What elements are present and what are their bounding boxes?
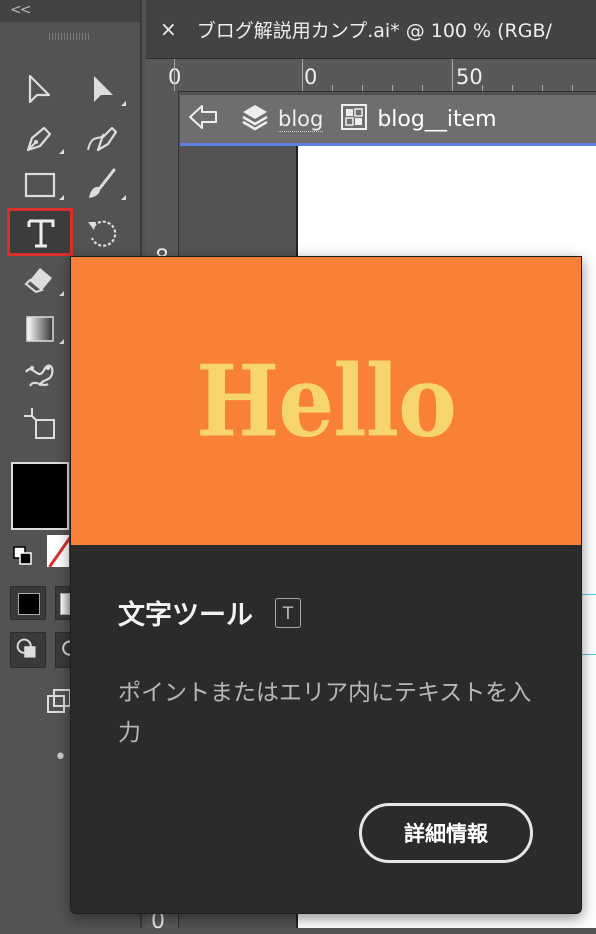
- flyout-corner: [59, 195, 64, 200]
- flyout-corner: [121, 195, 126, 200]
- ruler-tick: [302, 59, 303, 91]
- flyout-corner: [59, 149, 64, 154]
- horizontal-ruler[interactable]: 0 0 50: [146, 59, 596, 92]
- ruler-tick: [482, 85, 483, 91]
- artboard-icon: [24, 408, 55, 439]
- pen-icon: [26, 126, 52, 152]
- layers-icon: [218, 102, 270, 136]
- ruler-tick: [422, 85, 423, 91]
- type-tool[interactable]: [7, 208, 73, 256]
- ruler-tick: [512, 85, 513, 91]
- eraser-icon: [24, 268, 52, 294]
- type-T-icon: [27, 219, 55, 248]
- close-tab-button[interactable]: ×: [160, 17, 177, 41]
- guide-line: [582, 594, 596, 595]
- ruler-tick: [392, 85, 393, 91]
- flyout-corner: [121, 101, 126, 106]
- preview-hello-text: Hello: [196, 342, 457, 460]
- ruler-tick: [542, 85, 543, 91]
- group-icon: [323, 104, 368, 134]
- stroke-none-swatch[interactable]: [47, 535, 69, 567]
- flyout-corner: [59, 291, 64, 296]
- eraser-tool[interactable]: [12, 258, 68, 302]
- pen-tool[interactable]: [12, 116, 68, 160]
- back-arrow-icon: [189, 105, 217, 129]
- breadcrumb-group[interactable]: blog__item: [377, 107, 496, 132]
- rich-tooltip: Hello 文字ツール T ポイントまたはエリア内にテキストを入力 詳細情報: [70, 256, 582, 914]
- ruler-tick: [452, 59, 453, 91]
- rectangle-tool[interactable]: [12, 162, 68, 206]
- screen-mode-icon[interactable]: [46, 686, 72, 716]
- ruler-tick: [174, 59, 175, 91]
- draw-normal-button[interactable]: [10, 632, 46, 668]
- ruler-tick: [332, 85, 333, 91]
- panel-grip[interactable]: [49, 33, 89, 40]
- rectangle-icon: [24, 172, 56, 198]
- tooltip-description: ポイントまたはエリア内にテキストを入力: [118, 680, 532, 746]
- tooltip-header: 文字ツール T: [118, 593, 301, 632]
- ruler-tick: [572, 85, 573, 91]
- shortcut-key-badge: T: [275, 597, 301, 628]
- ruler-label: 50: [456, 65, 483, 89]
- paintbrush-tool[interactable]: [74, 162, 130, 206]
- puppet-warp-tool[interactable]: [12, 354, 68, 398]
- document-tab[interactable]: × ブログ解説用カンプ.ai* @ 100 % (RGB/: [146, 0, 596, 59]
- exit-isolation-button[interactable]: [180, 103, 218, 135]
- fill-color-swatch[interactable]: [11, 462, 69, 530]
- ruler-tick: [362, 85, 363, 91]
- direct-selection-tool[interactable]: [74, 68, 130, 112]
- color-mode-button[interactable]: [10, 586, 46, 620]
- brush-icon: [89, 168, 116, 198]
- curvature-pen-icon: [87, 126, 118, 152]
- rotate-tool[interactable]: [74, 212, 130, 256]
- collapse-panel-button[interactable]: <<: [0, 0, 140, 22]
- flyout-corner: [59, 339, 64, 344]
- arrow-filled-icon: [94, 76, 113, 102]
- default-colors-icon[interactable]: [12, 545, 34, 567]
- ruler-label: 0: [304, 65, 318, 89]
- puppet-warp-icon: [25, 364, 54, 387]
- selection-tool[interactable]: [12, 68, 68, 112]
- gradient-icon: [26, 316, 54, 342]
- artboard-tool[interactable]: [12, 402, 68, 446]
- breadcrumb-layer[interactable]: blog: [278, 107, 324, 132]
- document-title: ブログ解説用カンプ.ai* @ 100 % (RGB/: [196, 19, 552, 42]
- curvature-tool[interactable]: [74, 116, 130, 160]
- draw-mode-icon: [16, 638, 36, 658]
- arrow-outline-icon: [28, 74, 51, 104]
- tooltip-title: 文字ツール: [118, 600, 253, 631]
- gradient-tool[interactable]: [12, 306, 68, 350]
- tooltip-preview: Hello: [71, 257, 581, 545]
- isolation-mode-bar: blog blog__item: [180, 95, 596, 146]
- rotate-icon: [88, 220, 117, 247]
- learn-more-button[interactable]: 詳細情報: [359, 803, 533, 863]
- guide-line: [582, 654, 596, 655]
